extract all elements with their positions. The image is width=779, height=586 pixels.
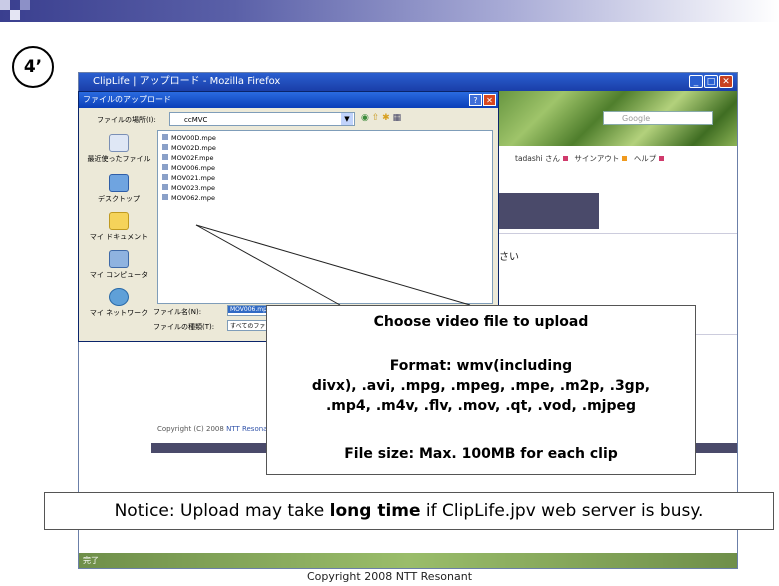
- notice-emphasis: long time: [329, 501, 421, 521]
- callout-format: Format: wmv(including divx), .avi, .mpg,…: [311, 358, 651, 414]
- callout-box: Choose video file to upload Format: wmv(…: [266, 305, 696, 475]
- slide-footer: Copyright 2008 NTT Resonant: [306, 570, 473, 583]
- callout-filesize: File size: Max. 100MB for each clip: [344, 446, 618, 462]
- callout-heading: Choose video file to upload: [373, 314, 589, 330]
- notice-box: Notice: Upload may take long time if Cli…: [44, 492, 774, 530]
